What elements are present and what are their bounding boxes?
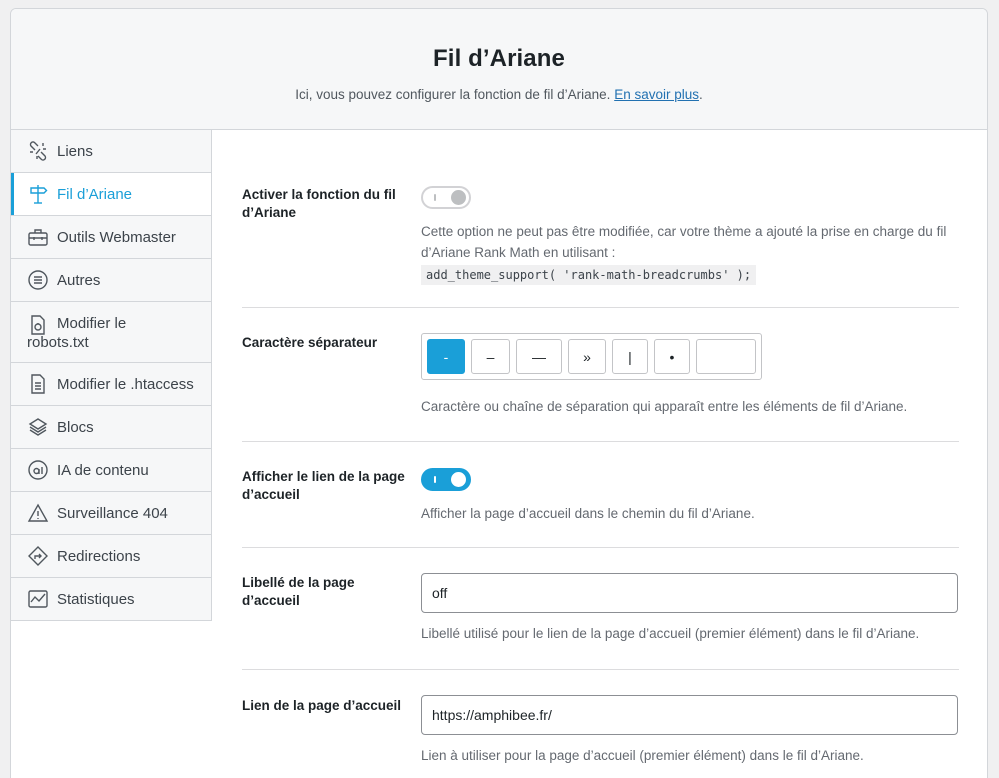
separator-custom-input[interactable] [696, 339, 756, 374]
separator-option-em-dash[interactable]: — [516, 339, 562, 374]
setting-field: Lien à utiliser pour la page d’accueil (… [421, 695, 959, 766]
warning-icon [27, 502, 49, 524]
chart-icon [27, 588, 49, 610]
sidebar-item-label: Autres [57, 271, 101, 289]
show-home-link-toggle[interactable] [421, 468, 471, 491]
sidebar-item-label: IA de contenu [57, 461, 149, 479]
setting-label: Activer la fonction du fil d’Ariane [242, 187, 396, 220]
setting-help: Cette option ne peut pas être modifiée, … [421, 224, 947, 260]
setting-separator: Caractère séparateur - – — » | • Caractè… [242, 308, 959, 442]
separator-option-en-dash[interactable]: – [471, 339, 510, 374]
toggle-knob [451, 472, 466, 487]
page-header: Fil d’Ariane Ici, vous pouvez configurer… [11, 9, 987, 130]
learn-more-link[interactable]: En savoir plus [614, 87, 699, 102]
blocks-icon [27, 416, 49, 438]
sidebar-item-label-line1: Modifier le [57, 315, 127, 332]
page-description: Ici, vous pouvez configurer la fonction … [11, 87, 987, 102]
setting-field: Libellé utilisé pour le lien de la page … [421, 573, 959, 644]
sidebar-item-statistics[interactable]: Statistiques [11, 578, 211, 621]
setting-label: Afficher le lien de la page d’accueil [242, 469, 405, 502]
sidebar-item-label: Statistiques [57, 590, 135, 608]
sidebar-item-label: Fil d’Ariane [57, 185, 133, 203]
separator-options: - – — » | • [421, 333, 762, 380]
sidebar-item-label: Redirections [57, 547, 141, 565]
sidebar-item-label: Liens [57, 142, 93, 160]
sidebar-item-breadcrumbs[interactable]: Fil d’Ariane [11, 173, 211, 216]
settings-sidebar: Liens Fil d’Ariane Outils Webmaster Autr… [11, 130, 212, 621]
page-title: Fil d’Ariane [433, 45, 565, 72]
separator-option-hyphen[interactable]: - [427, 339, 465, 374]
enable-breadcrumbs-toggle[interactable] [421, 186, 471, 209]
setting-home-label: Libellé de la page d’accueil Libellé uti… [242, 548, 959, 670]
setting-help: Lien à utiliser pour la page d’accueil (… [421, 748, 864, 763]
settings-content: Activer la fonction du fil d’Ariane Cett… [212, 130, 987, 778]
setting-field: - – — » | • Caractère ou chaîne de sépar… [421, 333, 959, 417]
redirect-icon [27, 545, 49, 567]
settings-panel: Fil d’Ariane Ici, vous pouvez configurer… [10, 8, 988, 778]
sidebar-item-robots-txt[interactable]: Modifier le robots.txt [11, 302, 211, 363]
toolbox-icon [27, 226, 49, 248]
setting-field: Cette option ne peut pas être modifiée, … [421, 186, 959, 285]
list-circle-icon [27, 269, 49, 291]
setting-field: Afficher la page d’accueil dans le chemi… [421, 468, 959, 524]
description-period: . [698, 87, 703, 102]
separator-option-raquo[interactable]: » [568, 339, 606, 374]
setting-help: Afficher la page d’accueil dans le chemi… [421, 506, 755, 521]
theme-support-code: add_theme_support( 'rank-math-breadcrumb… [421, 265, 757, 285]
sidebar-item-others[interactable]: Autres [11, 259, 211, 302]
toggle-knob [451, 190, 466, 205]
setting-label: Caractère séparateur [242, 335, 378, 350]
sidebar-item-redirections[interactable]: Redirections [11, 535, 211, 578]
sidebar-item-label: Blocs [57, 418, 94, 436]
setting-home-url: Lien de la page d’accueil Lien à utilise… [242, 670, 959, 778]
link-broken-icon [27, 140, 49, 162]
sidebar-item-404-monitor[interactable]: Surveillance 404 [11, 492, 211, 535]
setting-label: Libellé de la page d’accueil [242, 575, 355, 608]
setting-enable-breadcrumbs: Activer la fonction du fil d’Ariane Cett… [242, 175, 959, 308]
sidebar-item-webmaster-tools[interactable]: Outils Webmaster [11, 216, 211, 259]
sidebar-item-content-ai[interactable]: IA de contenu [11, 449, 211, 492]
sidebar-item-label: Modifier le .htaccess [57, 375, 194, 393]
toggle-bar [434, 194, 436, 201]
toggle-bar [434, 476, 436, 483]
description-text: Ici, vous pouvez configurer la fonction … [295, 87, 611, 102]
sidebar-item-blocks[interactable]: Blocs [11, 406, 211, 449]
home-label-input[interactable] [421, 573, 958, 613]
file-text-icon [27, 373, 49, 395]
sidebar-item-label-line2: robots.txt [27, 334, 89, 351]
ai-icon [27, 459, 49, 481]
separator-option-bullet[interactable]: • [654, 339, 690, 374]
sidebar-item-label: Modifier le robots.txt [27, 314, 127, 352]
setting-show-home-link: Afficher le lien de la page d’accueil Af… [242, 442, 959, 548]
sidebar-item-htaccess[interactable]: Modifier le .htaccess [11, 363, 211, 406]
separator-option-pipe[interactable]: | [612, 339, 648, 374]
signpost-icon [27, 183, 49, 205]
setting-help: Libellé utilisé pour le lien de la page … [421, 626, 920, 641]
sidebar-item-label: Outils Webmaster [57, 228, 176, 246]
home-url-input[interactable] [421, 695, 958, 735]
sidebar-item-label: Surveillance 404 [57, 504, 168, 522]
sidebar-item-links[interactable]: Liens [11, 130, 211, 173]
setting-help: Caractère ou chaîne de séparation qui ap… [421, 399, 908, 414]
setting-label: Lien de la page d’accueil [242, 698, 402, 713]
